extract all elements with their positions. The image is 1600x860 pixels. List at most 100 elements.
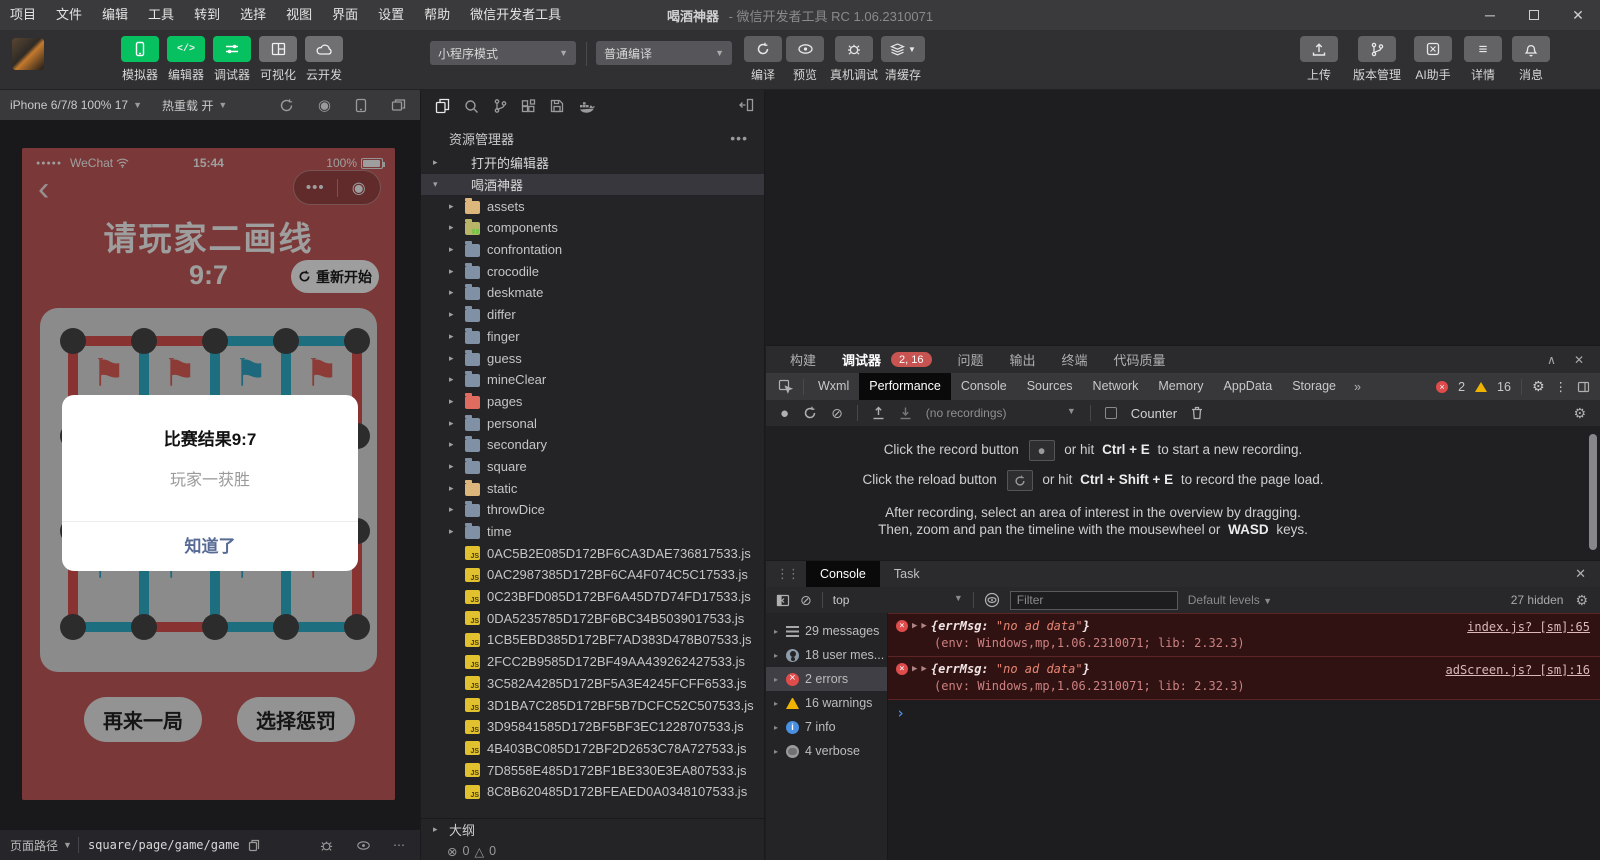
tree-row[interactable]: 4B403BC085D172BF2D2653C78A727533.js bbox=[421, 738, 764, 760]
tab-code-quality[interactable]: 代码质量 bbox=[1114, 350, 1166, 369]
tree-row[interactable]: ▸ square bbox=[421, 456, 764, 478]
drag-handle-icon[interactable]: ⋮⋮ bbox=[766, 566, 806, 582]
collapse-panel-icon[interactable] bbox=[739, 98, 754, 112]
record-screen-icon[interactable]: ◉ bbox=[318, 96, 331, 114]
compile-mode-select[interactable]: 普通编译 ▼ bbox=[596, 41, 732, 65]
docker-icon[interactable] bbox=[578, 100, 595, 113]
capture-settings-gear-icon[interactable]: ⚙ bbox=[1573, 405, 1600, 422]
tab-task[interactable]: Task bbox=[880, 561, 934, 588]
multi-window-icon[interactable] bbox=[391, 98, 406, 112]
console-error-message[interactable]: × ▶ ▶ {errMsg: "no ad data"} index.js? [… bbox=[888, 613, 1600, 657]
live-expression-eye-icon[interactable] bbox=[984, 592, 1000, 608]
tab-output[interactable]: 输出 bbox=[1010, 350, 1036, 369]
page-path-label[interactable]: 页面路径 bbox=[10, 837, 58, 854]
console-filter-row[interactable]: ▸ 16 warnings bbox=[766, 691, 887, 715]
load-profile-icon[interactable] bbox=[872, 406, 885, 420]
menu-item[interactable]: 编辑 bbox=[92, 0, 138, 30]
tree-row[interactable]: ▸ finger bbox=[421, 326, 764, 348]
console-settings-gear-icon[interactable]: ⚙ bbox=[1575, 592, 1588, 609]
tree-row[interactable]: ▸ personal bbox=[421, 412, 764, 434]
maximize-icon[interactable] bbox=[1512, 0, 1556, 30]
menu-item[interactable]: 文件 bbox=[46, 0, 92, 30]
tree-row[interactable]: ▸ crocodile bbox=[421, 260, 764, 282]
tree-row[interactable]: ▸ pages bbox=[421, 391, 764, 413]
menu-item[interactable]: 工具 bbox=[138, 0, 184, 30]
tree-row[interactable]: ▸ deskmate bbox=[421, 282, 764, 304]
console-filter-row[interactable]: ▸ 2 errors bbox=[766, 667, 887, 691]
tab-build[interactable]: 构建 bbox=[790, 350, 816, 369]
more-icon[interactable]: ⋯ bbox=[393, 838, 406, 852]
tree-row[interactable]: ▸ guess bbox=[421, 347, 764, 369]
clear-cache-button[interactable]: ▼ 清缓存 bbox=[876, 36, 930, 83]
source-link[interactable]: index.js? [sm]:65 bbox=[1467, 620, 1590, 634]
close-icon[interactable]: ✕ bbox=[1575, 566, 1600, 582]
device-select[interactable]: iPhone 6/7/8 100% 17 ▼ bbox=[0, 98, 152, 112]
tree-row[interactable]: 0AC2987385D172BF6CA4F074C5C17533.js bbox=[421, 564, 764, 586]
tree-row[interactable]: 0DA5235785D172BF6BC34B5039017533.js bbox=[421, 607, 764, 629]
messages-button[interactable]: 消息 bbox=[1506, 36, 1556, 83]
tree-row[interactable]: 3D95841585D172BF5BF3EC1228707533.js bbox=[421, 716, 764, 738]
sidebar-toggle-icon[interactable] bbox=[776, 594, 790, 607]
console-filter-row[interactable]: ▸ 4 verbose bbox=[766, 739, 887, 763]
mode-select[interactable]: 小程序模式 ▼ bbox=[430, 41, 576, 65]
collapse-up-icon[interactable]: ∧ bbox=[1547, 353, 1556, 367]
tab-debugger[interactable]: 调试器 bbox=[842, 350, 881, 369]
preview-button[interactable]: 预览 bbox=[780, 36, 830, 83]
tree-row[interactable]: ▸ mineClear bbox=[421, 369, 764, 391]
menu-item[interactable]: 选择 bbox=[230, 0, 276, 30]
editor-toggle-button[interactable]: </> 编辑器 bbox=[161, 36, 211, 83]
devtools-tab[interactable]: AppData bbox=[1214, 373, 1283, 400]
tree-row[interactable]: ▸ secondary bbox=[421, 434, 764, 456]
visualizer-toggle-button[interactable]: 可视化 bbox=[253, 36, 303, 83]
tree-row[interactable]: 1CB5EBD385D172BF7AD383D478B07533.js bbox=[421, 629, 764, 651]
devtools-tab[interactable]: Wxml bbox=[808, 373, 859, 400]
tab-issues[interactable]: 问题 bbox=[958, 350, 984, 369]
record-icon[interactable]: ● bbox=[780, 405, 789, 422]
details-button[interactable]: ≡ 详情 bbox=[1458, 36, 1508, 83]
tree-row[interactable]: ▸ differ bbox=[421, 304, 764, 326]
overflow-tabs-icon[interactable]: » bbox=[1346, 380, 1369, 394]
vconsole-bug-icon[interactable] bbox=[319, 839, 334, 852]
tree-row[interactable]: 7D8558E485D172BF1BE330E3EA807533.js bbox=[421, 759, 764, 781]
devtools-tab[interactable]: Storage bbox=[1282, 373, 1346, 400]
devtools-tab[interactable]: Network bbox=[1083, 373, 1149, 400]
menu-item[interactable]: 帮助 bbox=[414, 0, 460, 30]
devtools-tab[interactable]: Sources bbox=[1017, 373, 1083, 400]
reload-button-hint-icon[interactable] bbox=[1006, 470, 1033, 491]
remote-debug-button[interactable]: 真机调试 bbox=[825, 36, 883, 83]
tree-row[interactable]: ▸ throwDice bbox=[421, 499, 764, 521]
version-control-button[interactable]: 版本管理 bbox=[1345, 36, 1409, 83]
scrollbar-thumb[interactable] bbox=[1589, 434, 1597, 550]
expand-triangle-icon[interactable]: ▶ bbox=[921, 621, 926, 631]
eye-icon[interactable] bbox=[356, 840, 371, 851]
tree-row[interactable]: 3D1BA7C285D172BF5B7DCFC52C507533.js bbox=[421, 694, 764, 716]
device-frame-icon[interactable] bbox=[355, 98, 367, 113]
dock-side-icon[interactable] bbox=[1577, 381, 1590, 393]
menu-item[interactable]: 微信开发者工具 bbox=[460, 0, 571, 30]
debugger-toggle-button[interactable]: 调试器 bbox=[207, 36, 257, 83]
counter-checkbox[interactable] bbox=[1104, 407, 1117, 419]
expand-triangle-icon[interactable]: ▶ bbox=[912, 621, 917, 631]
tree-row[interactable]: 0C23BFD085D172BF6A45D7D74FD17533.js bbox=[421, 586, 764, 608]
search-icon[interactable] bbox=[464, 99, 479, 114]
expand-triangle-icon[interactable]: ▶ bbox=[921, 664, 926, 674]
menu-item[interactable]: 转到 bbox=[184, 0, 230, 30]
avatar[interactable] bbox=[12, 38, 44, 70]
ai-assistant-button[interactable]: AI助手 bbox=[1405, 36, 1461, 83]
console-prompt-chevron[interactable]: › bbox=[896, 706, 1600, 721]
outline-section[interactable]: ▸ 大纲 bbox=[421, 818, 764, 840]
tab-console[interactable]: Console bbox=[806, 560, 880, 588]
tree-row[interactable]: ▸ static bbox=[421, 477, 764, 499]
record-button-hint-icon[interactable]: ● bbox=[1028, 440, 1055, 461]
console-filter-row[interactable]: ▸ 18 user mes... bbox=[766, 643, 887, 667]
expand-triangle-icon[interactable]: ▶ bbox=[912, 664, 917, 674]
settings-gear-icon[interactable]: ⚙ bbox=[1532, 378, 1545, 395]
menu-item[interactable]: 项目 bbox=[0, 0, 46, 30]
rotate-icon[interactable] bbox=[279, 98, 294, 113]
cloud-dev-button[interactable]: 云开发 bbox=[299, 36, 349, 83]
log-levels-select[interactable]: Default levels ▼ bbox=[1188, 593, 1272, 607]
modal-confirm-button[interactable]: 知道了 bbox=[62, 522, 358, 571]
tree-row[interactable]: ▸ confrontation bbox=[421, 239, 764, 261]
reload-record-icon[interactable] bbox=[803, 406, 817, 420]
save-icon[interactable] bbox=[550, 99, 564, 113]
